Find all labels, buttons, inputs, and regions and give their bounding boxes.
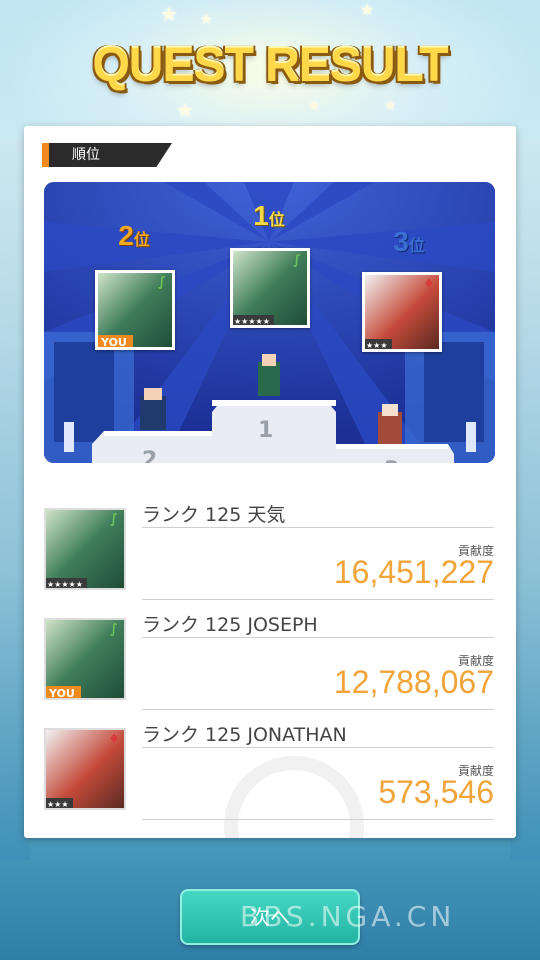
wind-element-icon: ∫ bbox=[110, 512, 118, 527]
wind-element-icon: ∫ bbox=[110, 622, 118, 637]
rank-3-suffix: 位 bbox=[408, 238, 425, 255]
sparkle-star-icon: ★ bbox=[200, 12, 213, 28]
rank-1-number: 1 bbox=[253, 200, 269, 231]
fire-element-icon: ♦ bbox=[108, 732, 120, 747]
rank-3-number: 3 bbox=[393, 226, 409, 257]
quest-result-title: QUEST RESULT bbox=[92, 39, 448, 92]
result-row-1: ∫ ★★★★★ ランク 125 天気 貢献度 16,451,227 bbox=[42, 502, 500, 602]
podium-step-2-label: 2 bbox=[142, 448, 158, 463]
sparkle-star-icon: ★ bbox=[160, 2, 178, 26]
rank-1-badge: 1位 bbox=[224, 200, 314, 232]
rank-3-badge: 3位 bbox=[364, 226, 454, 258]
result-panel: 順位 2位 ∫ YOU 1位 ∫ ★★★★★ 3位 ♦ ★★★ 1 2 ∫ ★★… bbox=[24, 126, 516, 838]
podium-step-1-label: 1 bbox=[258, 418, 274, 443]
rank-2-avatar: ∫ YOU bbox=[95, 270, 175, 350]
player-name: ランク 125 JOSEPH bbox=[142, 612, 494, 638]
section-tab-ranking: 順位 bbox=[42, 143, 172, 167]
contribution-value: 573,546 bbox=[378, 774, 494, 810]
watermark-text: BBS.NGA.CN bbox=[240, 900, 456, 933]
rank-1-avatar: ∫ ★★★★★ bbox=[230, 248, 310, 328]
row-divider bbox=[142, 599, 494, 600]
sparkle-star-icon: ★ bbox=[176, 98, 194, 122]
rarity-stars: ★★★ bbox=[46, 798, 73, 808]
result-row-2: ∫ YOU ランク 125 JOSEPH 貢献度 12,788,067 bbox=[42, 612, 500, 712]
rank-2-badge: 2位 bbox=[89, 220, 179, 252]
rank-3-avatar: ♦ ★★★ bbox=[362, 272, 442, 352]
row-divider bbox=[142, 709, 494, 710]
player-avatar: ♦ ★★★ bbox=[44, 728, 126, 810]
contribution-value: 12,788,067 bbox=[333, 664, 494, 700]
sparkle-star-icon: ★ bbox=[308, 98, 321, 114]
fire-element-icon: ♦ bbox=[423, 277, 435, 292]
player-name: ランク 125 JONATHAN bbox=[142, 722, 494, 748]
result-row-3: ♦ ★★★ ランク 125 JONATHAN 貢献度 573,546 bbox=[42, 722, 500, 822]
player-avatar: ∫ YOU bbox=[44, 618, 126, 700]
contribution-value: 16,451,227 bbox=[333, 554, 494, 590]
rank-1-suffix: 位 bbox=[268, 212, 285, 229]
wind-element-icon: ∫ bbox=[293, 253, 301, 268]
rarity-stars: ★★★ bbox=[365, 339, 392, 349]
wind-element-icon: ∫ bbox=[158, 275, 166, 290]
you-tag: YOU bbox=[98, 335, 133, 347]
you-tag: YOU bbox=[46, 686, 81, 698]
section-tab-label: 順位 bbox=[72, 147, 100, 163]
rank-2-suffix: 位 bbox=[133, 232, 150, 249]
row-divider bbox=[142, 819, 494, 820]
sparkle-star-icon: ★ bbox=[384, 98, 397, 114]
sparkle-star-icon: ★ bbox=[360, 0, 375, 19]
rank-2-number: 2 bbox=[118, 220, 134, 251]
rarity-stars: ★★★★★ bbox=[46, 578, 87, 588]
rarity-stars: ★★★★★ bbox=[233, 315, 274, 325]
podium-scene: 2位 ∫ YOU 1位 ∫ ★★★★★ 3位 ♦ ★★★ 1 2 3 bbox=[44, 182, 495, 463]
player-avatar: ∫ ★★★★★ bbox=[44, 508, 126, 590]
podium-step-3-label: 3 bbox=[384, 458, 399, 463]
player-name: ランク 125 天気 bbox=[142, 502, 494, 528]
